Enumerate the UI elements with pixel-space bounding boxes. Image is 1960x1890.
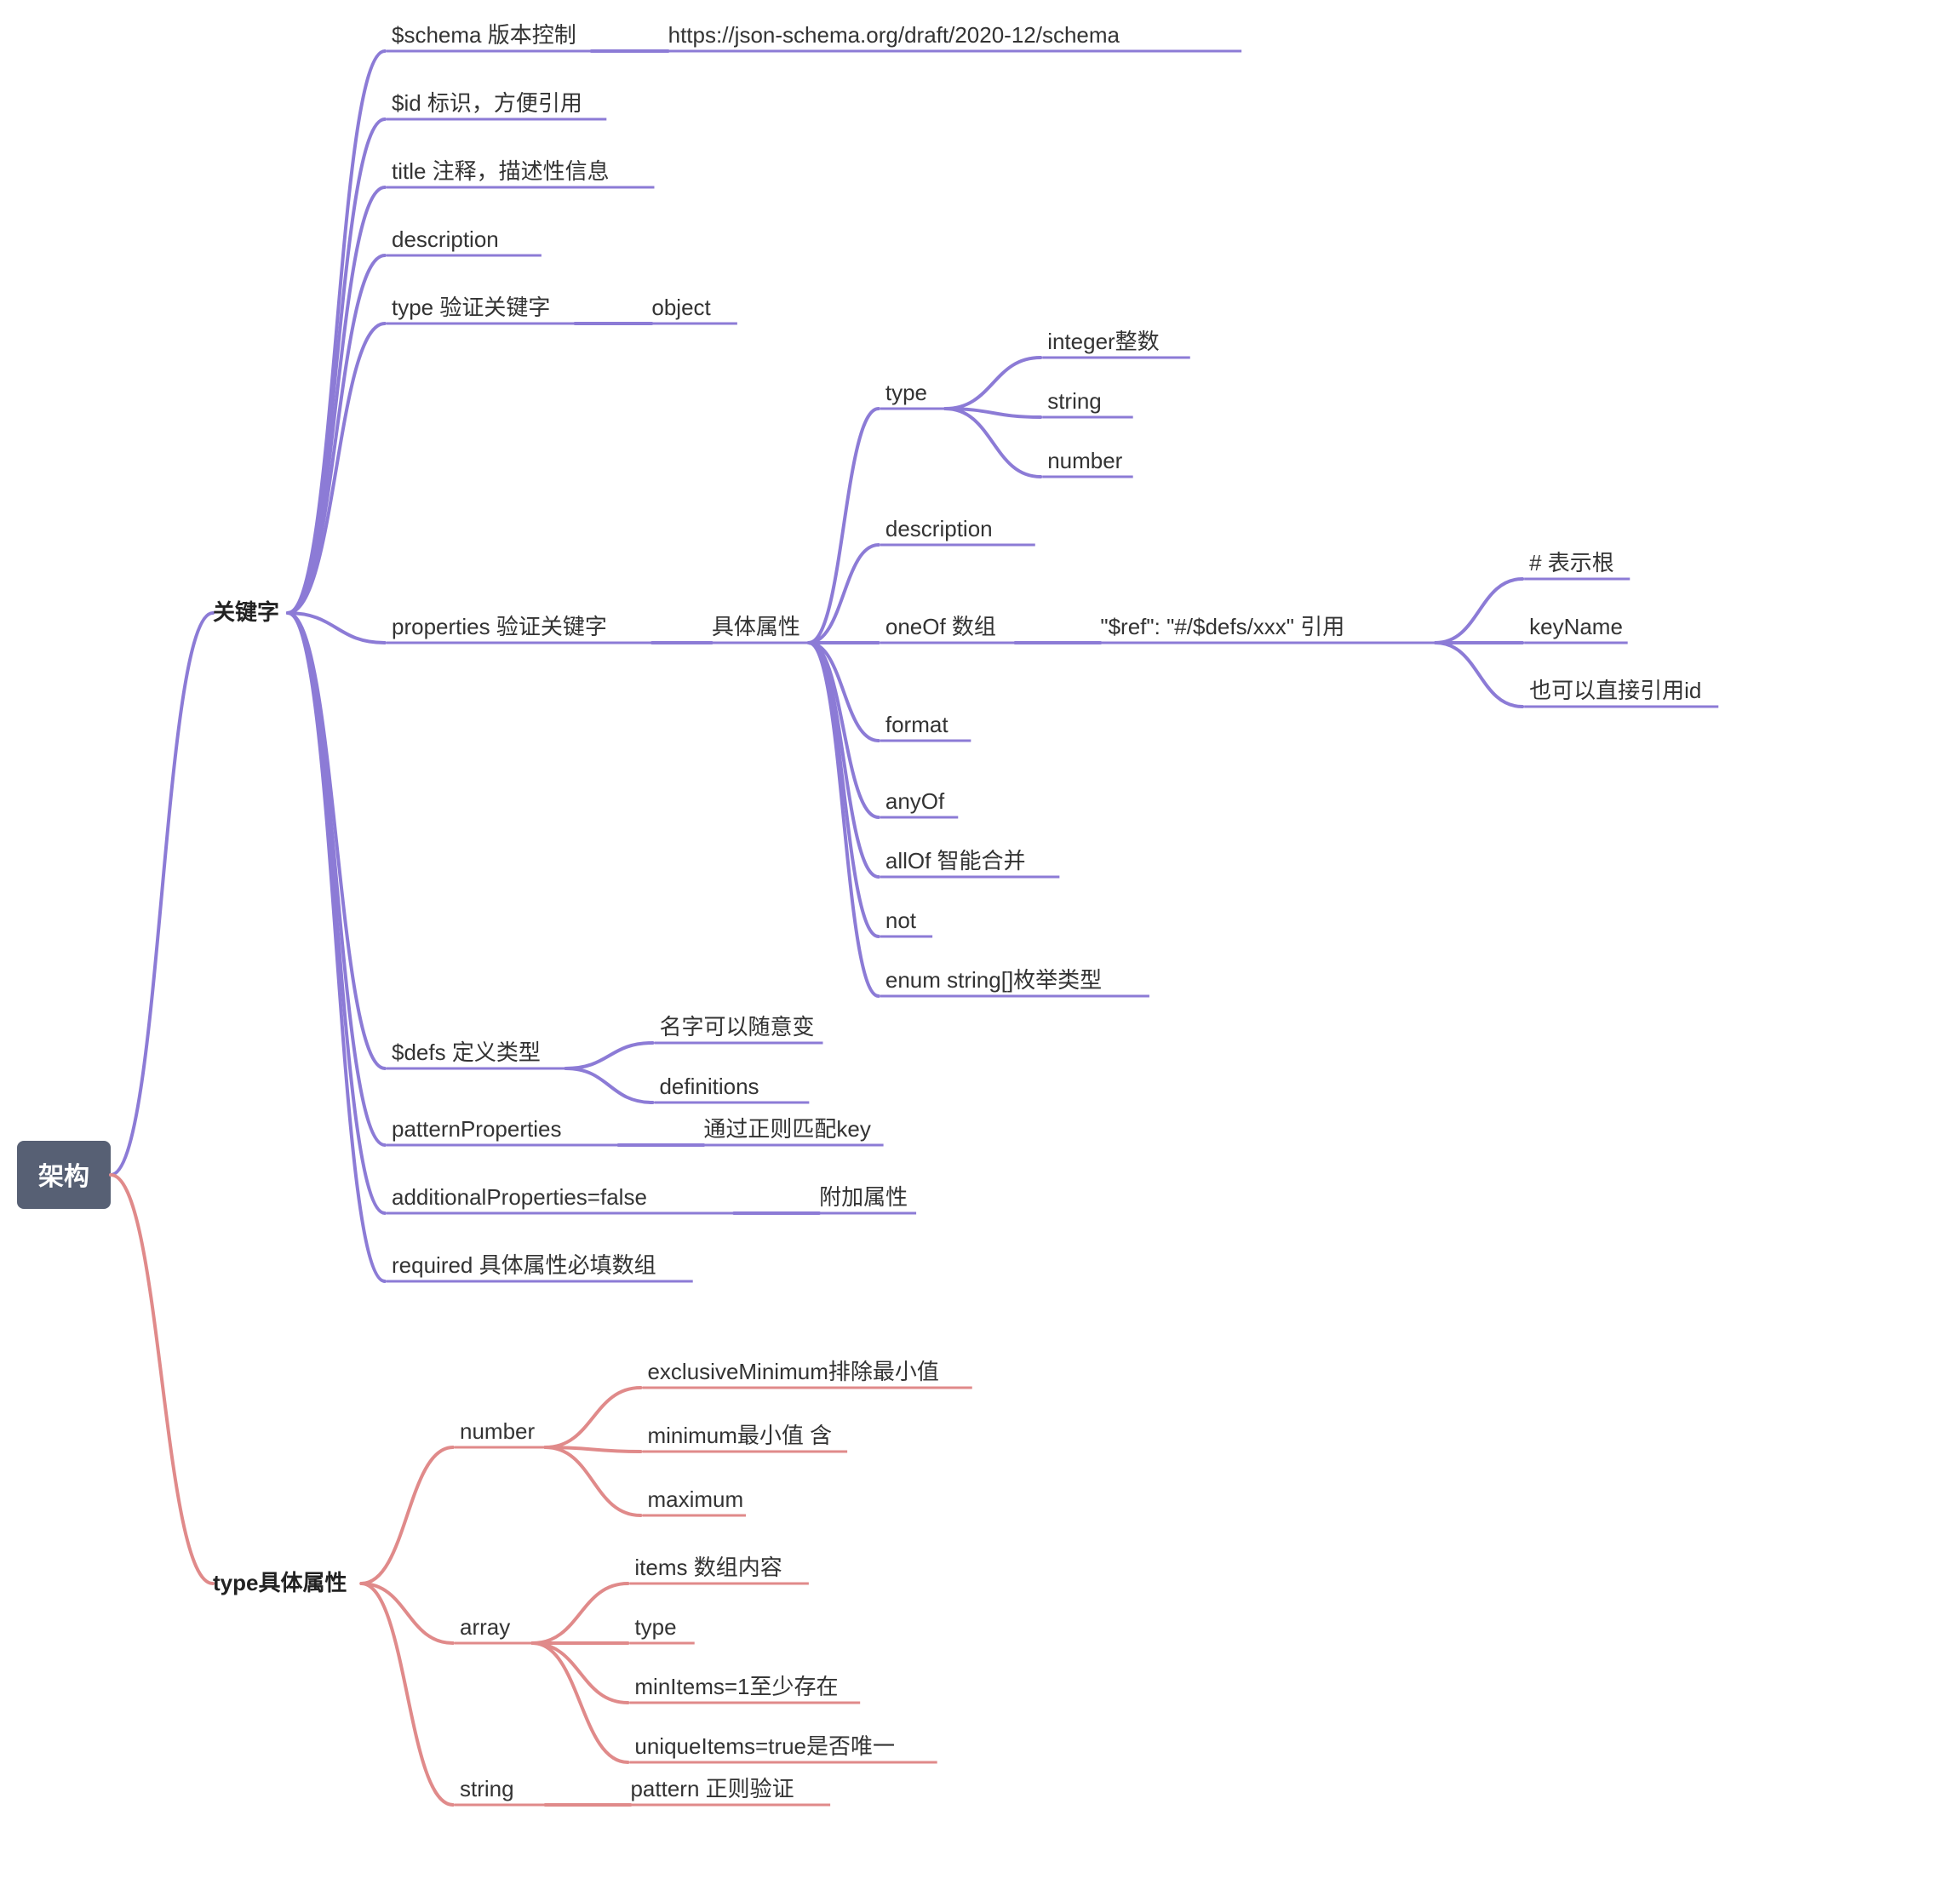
node-string: string [460,1776,514,1801]
connector [945,358,1040,409]
node-id: $id 标识，方便引用 [392,90,582,116]
connector [545,1447,640,1515]
connector [1436,579,1522,643]
node-defs: $defs 定义类型 [392,1040,541,1065]
node-properties-detail: 具体属性 [712,614,800,639]
node-number: number [460,1418,535,1444]
node-array-0: items 数组内容 [634,1555,782,1580]
connector [288,613,385,1281]
node-prop-type-1: string [1047,388,1102,414]
connector [545,1388,640,1447]
connector [361,1447,453,1584]
connector [809,409,879,643]
connector [111,613,213,1175]
node-array: array [460,1614,510,1640]
connector [288,119,385,613]
connector [288,187,385,613]
node-number-1: minimum最小值 含 [647,1423,832,1448]
connector [565,1068,652,1102]
node-defs-1: definitions [659,1074,759,1099]
branch-keywords[interactable]: 关键字 [213,599,279,625]
node-not: not [885,908,917,933]
node-schema: $schema 版本控制 [392,22,576,48]
node-type: type 验证关键字 [392,295,550,320]
connector [809,643,879,877]
node-ref-2: 也可以直接引用id [1529,678,1701,703]
branch-type-detail[interactable]: type具体属性 [213,1570,347,1595]
connector [288,613,385,1145]
node-defs-0: 名字可以随意变 [659,1014,814,1040]
node-properties: properties 验证关键字 [392,614,607,639]
node-prop-type-2: number [1047,448,1122,473]
node-array-1: type [634,1614,676,1640]
node-string-val: pattern 正则验证 [630,1776,794,1801]
connector [565,1043,652,1068]
node-description: description [392,226,499,252]
connector [532,1643,628,1762]
node-ref-1: keyName [1529,614,1623,639]
node-number-2: maximum [647,1486,743,1512]
node-number-0: exclusiveMinimum排除最小值 [647,1359,938,1384]
node-addprops-val: 附加属性 [819,1184,908,1210]
node-oneof: oneOf 数组 [885,614,996,639]
node-array-2: minItems=1至少存在 [634,1674,838,1699]
node-addprops: additionalProperties=false [392,1184,647,1210]
node-title: title 注释，描述性信息 [392,158,610,184]
node-schema-value: https://json-schema.org/draft/2020-12/sc… [668,22,1120,48]
node-patternprops: patternProperties [392,1116,561,1142]
node-allof: allOf 智能合并 [885,848,1026,873]
connector [361,1584,453,1805]
node-ref: "$ref": "#/$defs/xxx" 引用 [1100,614,1344,639]
node-patternprops-val: 通过正则匹配key [703,1116,870,1142]
node-required: required 具体属性必填数组 [392,1252,656,1278]
node-prop-desc: description [885,516,993,541]
connector [809,545,879,643]
node-prop-type: type [885,380,927,405]
node-format: format [885,712,948,737]
node-anyof: anyOf [885,788,945,814]
connector [288,255,385,613]
node-prop-type-0: integer整数 [1047,329,1160,354]
connector [945,409,1040,477]
connector [288,613,385,1068]
connector [111,1175,213,1584]
node-ref-0: # 表示根 [1529,550,1614,576]
connector [532,1584,628,1643]
node-enum: enum string[]枚举类型 [885,967,1102,993]
connector [532,1643,628,1703]
node-array-3: uniqueItems=true是否唯一 [634,1733,895,1759]
root-label: 架构 [38,1163,89,1191]
connector [1436,643,1522,707]
node-type-object: object [651,295,711,320]
